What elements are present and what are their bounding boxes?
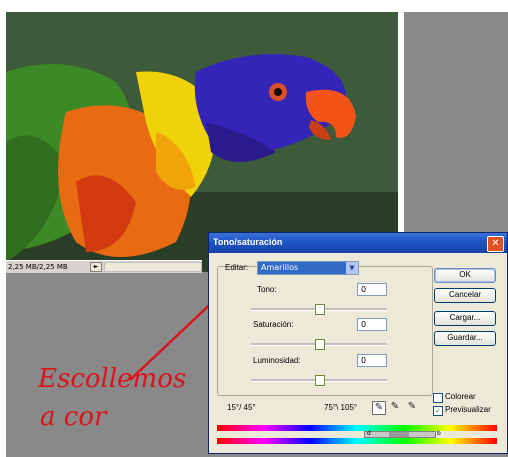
hue-slider-thumb[interactable] xyxy=(315,304,325,315)
hue-input[interactable]: 0 xyxy=(357,283,387,296)
document-size: 2,25 MB/2,25 MB xyxy=(8,263,68,271)
colorize-checkbox[interactable] xyxy=(433,393,443,403)
chevron-down-icon[interactable]: ▼ xyxy=(346,262,358,274)
adjustment-group xyxy=(217,266,433,396)
load-button[interactable]: Cargar... xyxy=(434,311,496,326)
lightness-input[interactable]: 0 xyxy=(357,354,387,367)
ok-button[interactable]: OK xyxy=(434,268,496,283)
close-icon[interactable]: ✕ xyxy=(487,236,504,252)
hue-label: Tono: xyxy=(257,285,277,294)
color-spectrum-bottom xyxy=(217,438,497,444)
saturation-label: Saturación: xyxy=(253,320,294,329)
dialog-titlebar[interactable]: Tono/saturación ✕ xyxy=(209,233,507,253)
lightness-label: Luminosidad: xyxy=(253,356,301,365)
color-range-selected[interactable] xyxy=(389,432,409,437)
range-left-values: 15°/ 45° xyxy=(227,403,256,412)
save-button[interactable]: Guardar... xyxy=(434,331,496,346)
eyedropper-minus-icon[interactable]: ✎ xyxy=(406,401,418,413)
status-menu-arrow-icon[interactable]: ► xyxy=(90,262,102,272)
hue-saturation-dialog: Tono/saturación ✕ Editar: Amarillos ▼ To… xyxy=(208,232,508,454)
edit-label: Editar: xyxy=(225,263,249,272)
eyedropper-icon[interactable]: ✎ xyxy=(372,401,386,415)
cancel-button[interactable]: Cancelar xyxy=(434,288,496,303)
range-right-values: 75°\ 105° xyxy=(324,403,358,412)
eyedropper-plus-icon[interactable]: ✎ xyxy=(389,401,401,413)
saturation-input[interactable]: 0 xyxy=(357,318,387,331)
lightness-slider-thumb[interactable] xyxy=(315,375,325,386)
edit-range-select[interactable]: Amarillos ▼ xyxy=(257,261,359,275)
color-range-slider[interactable] xyxy=(364,431,436,438)
edit-range-value: Amarillos xyxy=(261,263,299,272)
colorize-label: Colorear xyxy=(445,392,476,401)
range-mark-right: b xyxy=(437,430,441,437)
preview-label: Previsualizar xyxy=(445,405,491,414)
preview-checkbox[interactable]: ✓ xyxy=(433,406,443,416)
range-mark-left: d xyxy=(367,430,371,437)
saturation-slider-thumb[interactable] xyxy=(315,339,325,350)
annotation-text-line2: a cor xyxy=(40,402,107,432)
annotation-text-line1: Escollemos xyxy=(38,364,187,394)
color-spectrum-top xyxy=(217,425,497,431)
dialog-title: Tono/saturación xyxy=(213,237,283,247)
